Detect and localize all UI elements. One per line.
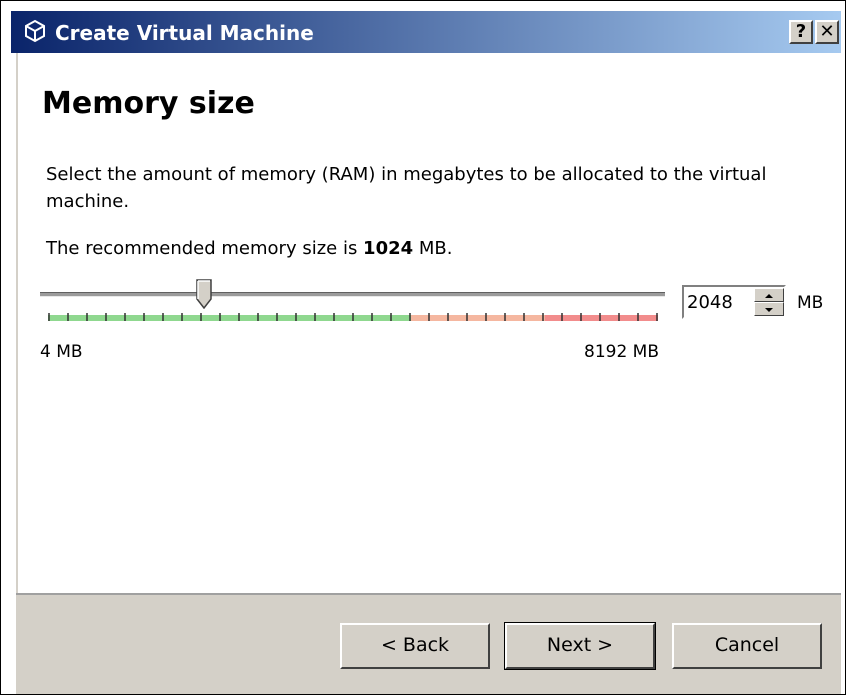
memory-unit-label: MB <box>797 293 824 313</box>
recommend-value: 1024 <box>363 238 414 259</box>
virtualbox-cube-icon <box>25 19 45 43</box>
recommended-memory-text: The recommended memory size is 1024 MB. <box>46 238 452 259</box>
slider-min-label: 4 MB <box>40 342 83 362</box>
recommend-prefix: The recommended memory size is <box>46 238 364 259</box>
memory-slider-track[interactable] <box>40 292 665 297</box>
slider-max-label: 8192 MB <box>584 342 659 362</box>
title-bar[interactable]: Create Virtual Machine ? ✕ <box>11 11 841 53</box>
recommend-suffix: MB. <box>413 238 453 259</box>
spin-up-button[interactable] <box>754 288 784 302</box>
down-arrow-icon <box>765 308 773 312</box>
next-button[interactable]: Next > <box>504 622 656 670</box>
slider-zone-0 <box>48 315 411 321</box>
button-bar: < Back Next > Cancel <box>16 593 841 694</box>
cancel-button[interactable]: Cancel <box>672 623 822 669</box>
help-button[interactable]: ? <box>789 20 813 44</box>
dialog-window: Create Virtual Machine ? ✕ Memory size S… <box>0 0 846 695</box>
memory-spinbox[interactable] <box>682 285 786 319</box>
close-button[interactable]: ✕ <box>815 20 839 44</box>
memory-slider-ticks <box>48 313 658 321</box>
memory-slider-thumb[interactable] <box>196 279 212 309</box>
window-title: Create Virtual Machine <box>55 21 314 45</box>
wizard-page: Memory size Select the amount of memory … <box>16 53 843 593</box>
up-arrow-icon <box>765 294 773 298</box>
slider-zone-1 <box>411 315 545 321</box>
back-button[interactable]: < Back <box>340 623 490 669</box>
page-description: Select the amount of memory (RAM) in meg… <box>46 164 767 212</box>
spin-down-button[interactable] <box>754 302 784 316</box>
page-title: Memory size <box>42 86 255 121</box>
memory-input[interactable] <box>687 289 749 315</box>
